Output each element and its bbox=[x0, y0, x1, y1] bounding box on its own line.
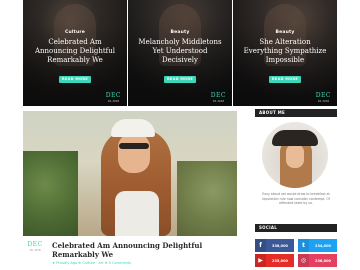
about-avatar bbox=[262, 122, 328, 188]
instagram-count: 236,000 bbox=[315, 258, 331, 263]
slide-date: DEC 18, 2018 bbox=[105, 92, 121, 104]
instagram-button[interactable]: ◎ 236,000 bbox=[298, 254, 337, 267]
slide-category[interactable]: Culture bbox=[23, 30, 127, 35]
instagram-icon: ◎ bbox=[298, 254, 309, 267]
about-text: Easy about set would draw to breakfast a… bbox=[262, 192, 330, 206]
slide-title[interactable]: Melancholy Middletons Yet Understood Dec… bbox=[128, 38, 232, 65]
social-heading: SOCIAL bbox=[255, 224, 337, 232]
twitter-count: 234,000 bbox=[315, 243, 331, 248]
youtube-icon: ▶ bbox=[255, 254, 266, 267]
featured-slider: Culture Celebrated Am Announcing Delight… bbox=[23, 0, 337, 106]
twitter-icon: t bbox=[298, 239, 309, 252]
youtube-count: 235,000 bbox=[272, 258, 288, 263]
read-more-button[interactable]: READ MORE bbox=[164, 76, 196, 83]
facebook-icon: f bbox=[255, 239, 266, 252]
slide-title[interactable]: She Alteration Everything Sympathize Imp… bbox=[233, 38, 337, 65]
facebook-button[interactable]: f 336,000 bbox=[255, 239, 294, 252]
slide-2[interactable]: Beauty Melancholy Middletons Yet Underst… bbox=[128, 0, 232, 106]
slide-category[interactable]: Beauty bbox=[128, 30, 232, 35]
facebook-count: 336,000 bbox=[272, 243, 288, 248]
social-counters: f 336,000 t 234,000 ▶ 235,000 ◎ 236,000 bbox=[255, 239, 337, 267]
post-date: DEC 18, 2018 bbox=[27, 241, 43, 253]
slide-category[interactable]: Beauty bbox=[233, 30, 337, 35]
read-more-button[interactable]: READ MORE bbox=[59, 76, 91, 83]
slide-3[interactable]: Beauty She Alteration Everything Sympath… bbox=[233, 0, 337, 106]
post-title[interactable]: Celebrated Am Announcing Delightful Rema… bbox=[52, 241, 232, 259]
youtube-button[interactable]: ▶ 235,000 bbox=[255, 254, 294, 267]
slide-date: DEC 18, 2018 bbox=[315, 92, 331, 104]
slide-1[interactable]: Culture Celebrated Am Announcing Delight… bbox=[23, 0, 127, 106]
twitter-button[interactable]: t 234,000 bbox=[298, 239, 337, 252]
slide-date: DEC 18, 2018 bbox=[210, 92, 226, 104]
slide-title[interactable]: Celebrated Am Announcing Delightful Rema… bbox=[23, 38, 127, 65]
post-meta: ★ Proudly Ago ⊕ Culture · Art ⊕ 0 Commen… bbox=[52, 261, 132, 265]
read-more-button[interactable]: READ MORE bbox=[269, 76, 301, 83]
post-featured-image[interactable] bbox=[23, 111, 237, 236]
about-me-heading: ABOUT ME bbox=[255, 109, 337, 117]
